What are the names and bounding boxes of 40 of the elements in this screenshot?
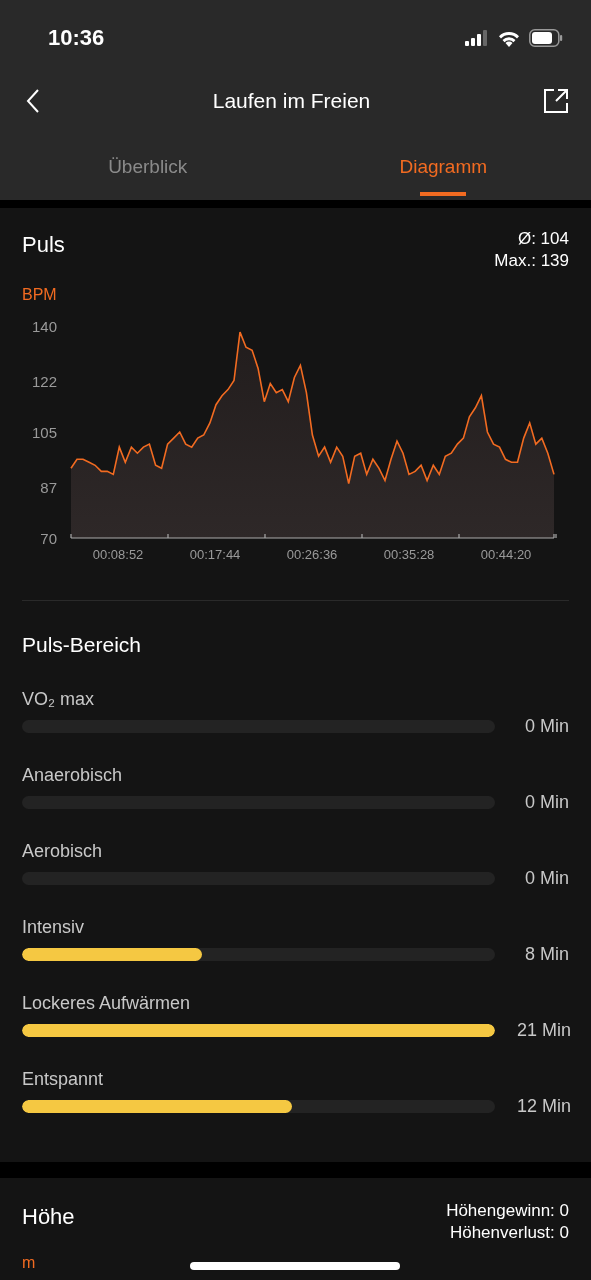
axis-unit: BPM [22,286,57,304]
zone-label: Lockeres Aufwärmen [22,993,191,1014]
back-button[interactable] [26,88,40,114]
zone-duration: 21 Min [517,1020,572,1041]
tab[interactable]: Überblick [0,126,296,200]
stat-text: Ø: 104 [517,228,569,250]
zone-label: Aerobisch [22,841,103,862]
zone-label: Entspannt [22,1069,104,1090]
wifi-icon [497,29,521,47]
y-tick-label: 87 [40,478,57,496]
status-time: 10:36 [48,25,105,51]
tab[interactable]: Diagramm [295,126,591,200]
zone-label: Anaerobisch [22,765,123,786]
signal-icon [465,30,489,46]
zone-duration: 0 Min [525,716,569,737]
stat-text: Max.: 139 [494,250,569,272]
y-tick-label: 140 [31,318,57,335]
x-tick-label: 00:17:44 [189,547,241,562]
section-title: Puls-Bereich [22,633,142,657]
zone-duration: 12 Min [517,1096,572,1117]
x-tick-label: 00:08:52 [92,547,144,562]
zone-duration: 8 Min [525,944,569,965]
page-title: Laufen im Freien [212,89,371,113]
zone-label: VO₂ max [22,689,94,710]
section-title: Höhe [22,1204,75,1230]
share-button[interactable] [543,88,569,114]
y-tick-label: 70 [40,530,57,547]
y-tick-label: 122 [31,372,57,390]
section-title: Puls [22,232,65,258]
stat-text: Höhengewinn: 0 [446,1200,569,1222]
axis-unit: m [22,1254,36,1272]
zone-label: Intensiv [22,917,85,938]
x-tick-label: 00:35:28 [383,547,435,562]
y-tick-label: 105 [31,424,57,441]
x-tick-label: 00:44:20 [480,547,532,562]
stat-text: Höhenverlust: 0 [449,1222,569,1244]
zone-duration: 0 Min [525,868,569,889]
x-tick-label: 00:26:36 [286,547,338,562]
battery-icon [529,29,563,47]
zone-duration: 0 Min [525,792,569,813]
